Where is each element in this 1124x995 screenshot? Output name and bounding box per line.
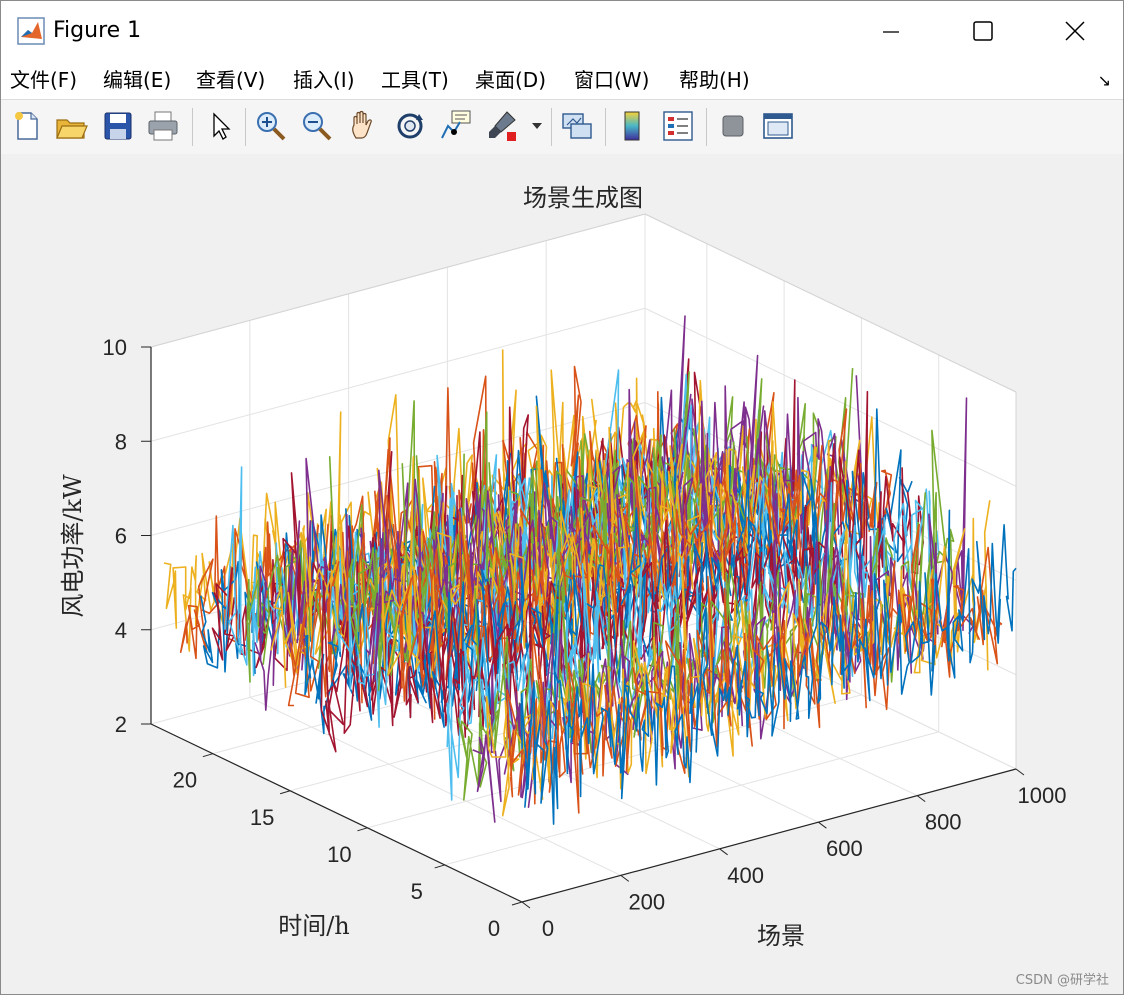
z-tick-label: 6 <box>115 524 127 549</box>
show-plot-tools-icon[interactable] <box>760 108 796 144</box>
link-plot-icon[interactable] <box>559 108 595 144</box>
legend-icon[interactable] <box>660 108 696 144</box>
menu-window[interactable]: 窗口(W) <box>574 67 649 93</box>
select-pointer-icon[interactable] <box>202 108 238 144</box>
z-axis-label: 风电功率/kW <box>59 474 87 618</box>
rotate-3d-icon[interactable] <box>392 108 428 144</box>
matlab-logo-icon <box>17 17 45 45</box>
zoom-in-icon[interactable] <box>253 108 289 144</box>
y-tick <box>357 827 368 832</box>
z-tick-label: 4 <box>115 618 127 643</box>
minimize-button[interactable] <box>845 1 937 61</box>
close-icon <box>1065 21 1085 41</box>
plot-3d[interactable]: 场景生成图 风电功率/kW 场景 时间/h 0 200 400 600 800 1000 0… <box>1 154 1123 994</box>
x-tick-label: 600 <box>826 836 863 861</box>
x-tick <box>916 795 926 802</box>
x-tick-label: 0 <box>542 916 554 941</box>
y-tick <box>279 790 291 795</box>
x-tick-label: 200 <box>628 889 665 914</box>
y-tick-label: 10 <box>327 842 351 867</box>
menu-desktop[interactable]: 桌面(D) <box>475 67 546 93</box>
new-figure-icon[interactable] <box>9 108 45 144</box>
figure-canvas[interactable]: 场景生成图 风电功率/kW 场景 时间/h 0 200 400 600 800 1000 0… <box>1 154 1123 994</box>
dock-arrow-icon[interactable]: ↘ <box>1098 71 1111 90</box>
menu-tools[interactable]: 工具(T) <box>381 67 449 93</box>
window-title: Figure 1 <box>53 18 142 43</box>
x-tick-label: 400 <box>727 863 764 888</box>
menu-help[interactable]: 帮助(H) <box>679 67 750 93</box>
print-icon[interactable] <box>145 108 181 144</box>
x-tick-label: 1000 <box>1018 783 1067 808</box>
maximize-icon <box>973 21 993 41</box>
figure-window: Figure 1 文件(F) 编辑(E) 查看(V) 插入(I) 工具(T) 桌… <box>0 0 1124 995</box>
z-tick-label: 10 <box>103 335 127 360</box>
data-cursor-icon[interactable] <box>438 108 474 144</box>
maximize-button[interactable] <box>937 1 1029 61</box>
toolbar-separator <box>605 108 606 146</box>
x-tick <box>818 821 827 829</box>
watermark: CSDN @研学社 <box>1015 973 1109 988</box>
colorbar-icon[interactable] <box>615 108 651 144</box>
x-tick <box>521 901 531 909</box>
toolbar-separator <box>245 108 246 146</box>
close-button[interactable] <box>1029 1 1121 61</box>
y-tick-label: 5 <box>411 879 423 904</box>
y-tick <box>511 901 523 906</box>
y-axis-label: 时间/h <box>278 912 350 940</box>
toolbar-separator <box>706 108 707 146</box>
z-tick-label: 8 <box>115 429 127 454</box>
y-tick-label: 20 <box>173 768 197 793</box>
zoom-out-icon[interactable] <box>299 108 335 144</box>
x-tick <box>620 875 630 882</box>
x-axis-label: 场景 <box>757 922 805 950</box>
open-file-icon[interactable] <box>53 108 89 144</box>
brush-icon[interactable] <box>485 108 521 144</box>
menu-file[interactable]: 文件(F) <box>10 67 77 93</box>
figure-toolbar <box>1 99 1123 155</box>
y-tick <box>434 864 445 869</box>
x-tick-label: 800 <box>925 810 962 835</box>
z-tick-label: 2 <box>115 712 127 737</box>
x-tick <box>1015 768 1025 776</box>
brush-dropdown-icon[interactable] <box>529 108 545 144</box>
toolbar-separator <box>551 108 552 146</box>
minimize-icon <box>883 31 899 33</box>
menu-view[interactable]: 查看(V) <box>196 67 265 93</box>
save-icon[interactable] <box>100 108 136 144</box>
hide-plot-tools-icon[interactable] <box>715 108 751 144</box>
pan-hand-icon[interactable] <box>346 108 382 144</box>
y-tick-label: 15 <box>250 805 274 830</box>
title-bar: Figure 1 <box>1 1 1123 61</box>
menu-insert[interactable]: 插入(I) <box>293 67 355 93</box>
toolbar-separator <box>192 108 193 146</box>
chart-title: 场景生成图 <box>523 184 643 212</box>
menu-bar: 文件(F) 编辑(E) 查看(V) 插入(I) 工具(T) 桌面(D) 窗口(W… <box>1 61 1123 99</box>
menu-edit[interactable]: 编辑(E) <box>103 67 171 93</box>
y-tick <box>202 753 213 758</box>
x-tick <box>719 848 728 856</box>
y-tick-label: 0 <box>488 916 500 941</box>
